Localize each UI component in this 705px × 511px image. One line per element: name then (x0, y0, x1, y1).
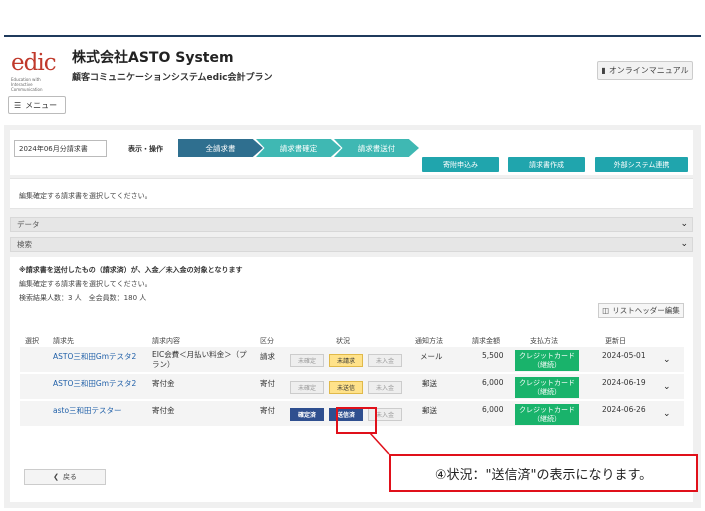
payment-badge: クレジットカード（継続） (515, 377, 579, 398)
col-payment: 支払方法 (530, 337, 558, 345)
online-manual-button[interactable]: ▮ オンラインマニュアル (597, 61, 693, 80)
amount-cell: 5,500 (482, 351, 504, 360)
col-status: 状況 (336, 337, 350, 345)
data-accordion-label: データ (17, 220, 40, 229)
chevron-down-icon: ⌄ (680, 239, 688, 249)
book-icon: ▮ (601, 66, 606, 75)
back-label: 戻る (62, 473, 77, 481)
search-accordion[interactable]: 検索 ⌄ (10, 237, 693, 252)
table-row[interactable]: ASTO三和田Gmテスタ2 EIC会費＜月払い料金＞（プラン） 請求 未確定 未… (20, 347, 684, 374)
company-name: 株式会社ASTO System (72, 50, 234, 66)
col-updated: 更新日 (605, 337, 626, 345)
edic-logo[interactable]: edic Education with Interactive Communic… (11, 51, 61, 92)
message-box: 編集確定する請求書を選択してください。 (10, 178, 693, 209)
notify-cell: 郵送 (422, 406, 437, 415)
updated-cell: 2024-06-19 (602, 378, 646, 387)
status-confirm-badge: 未確定 (290, 381, 324, 394)
status-send-badge: 未送信 (329, 381, 363, 394)
table-icon: ◫ (602, 306, 610, 315)
chevron-down-icon[interactable]: ⌄ (663, 382, 671, 392)
month-select[interactable]: 2024年06月分請求書 (14, 140, 107, 157)
data-accordion[interactable]: データ ⌄ (10, 217, 693, 232)
online-manual-label: オンラインマニュアル (608, 66, 689, 75)
updated-cell: 2024-05-01 (602, 351, 646, 360)
billing-to-link[interactable]: ASTO三和田Gmテスタ2 (53, 351, 136, 362)
external-system-link-button[interactable]: 外部システム連携 (595, 157, 688, 172)
status-highlight-frame (336, 407, 377, 434)
content-cell: EIC会費＜月払い料金＞（プラン） (152, 350, 247, 369)
display-operation-label: 表示・操作 (128, 145, 163, 153)
donation-application-button[interactable]: 寄附申込み (422, 157, 499, 172)
content-cell: 寄付金 (152, 406, 175, 415)
search-accordion-label: 検索 (17, 240, 32, 249)
notify-cell: メール (420, 352, 443, 361)
col-content: 請求内容 (152, 337, 180, 345)
create-invoice-button[interactable]: 請求書作成 (508, 157, 585, 172)
billing-to-link[interactable]: asto三和田テスター (53, 405, 122, 416)
status-send-badge: 未請求 (329, 354, 363, 367)
content-cell: 寄付金 (152, 379, 175, 388)
system-name: 顧客コミュニケーションシステムedic会計プラン (72, 73, 273, 83)
col-notify: 通知方法 (415, 337, 443, 345)
main-content: 2024年06月分請求書 表示・操作 全請求書 請求書確定 請求書送付 寄附申込… (4, 125, 701, 508)
notice-bold: ※請求書を送付したもの（請求済）が、入金／未入金の対象となります (19, 266, 243, 274)
status-payment-badge: 未入金 (368, 381, 402, 394)
logo-wordmark: edic (11, 50, 57, 76)
amount-cell: 6,000 (482, 378, 504, 387)
callout-annotation: ④状況："送信済"の表示になります。 (389, 454, 698, 492)
status-confirm-badge: 確定済 (290, 408, 324, 421)
step-all-invoices[interactable]: 全請求書 (178, 139, 263, 157)
step-invoice-confirm[interactable]: 請求書確定 (256, 139, 341, 157)
hamburger-icon: ☰ (14, 100, 22, 110)
menu-button[interactable]: ☰ メニュー (8, 96, 66, 114)
list-header-edit-label: リストヘッダー編集 (612, 306, 680, 315)
col-select: 選択 (25, 337, 39, 345)
list-header-edit-button[interactable]: ◫ リストヘッダー編集 (598, 303, 684, 318)
amount-cell: 6,000 (482, 405, 504, 414)
step-invoice-send[interactable]: 請求書送付 (334, 139, 419, 157)
app-header: edic Education with Interactive Communic… (4, 37, 701, 125)
payment-badge: クレジットカード（継続） (515, 350, 579, 371)
col-kubun: 区分 (260, 337, 274, 345)
col-billing-to: 請求先 (53, 337, 74, 345)
notice-text: 編集確定する請求書を選択してください。 (19, 280, 152, 288)
result-count: 検索結果人数：3 人 全会員数：180 人 (19, 294, 147, 302)
logo-tagline: Education with Interactive Communication (11, 77, 43, 92)
table-header: 選択 請求先 請求内容 区分 状況 通知方法 請求金額 支払方法 更新日 (20, 331, 684, 347)
notify-cell: 郵送 (422, 379, 437, 388)
back-arrow-icon: ❮ (53, 473, 59, 481)
status-payment-badge: 未入金 (368, 354, 402, 367)
chevron-down-icon[interactable]: ⌄ (663, 355, 671, 365)
chevron-down-icon[interactable]: ⌄ (663, 409, 671, 419)
col-amount: 請求金額 (472, 337, 500, 345)
menu-label: メニュー (25, 100, 58, 110)
table-row[interactable]: ASTO三和田Gmテスタ2 寄付金 寄付 未確定 未送信 未入金 郵送 6,00… (20, 374, 684, 401)
kubun-cell: 請求 (260, 352, 275, 361)
status-confirm-badge: 未確定 (290, 354, 324, 367)
kubun-cell: 寄付 (260, 406, 275, 415)
message-text: 編集確定する請求書を選択してください。 (19, 192, 152, 200)
billing-to-link[interactable]: ASTO三和田Gmテスタ2 (53, 378, 136, 389)
toolbar: 2024年06月分請求書 表示・操作 全請求書 請求書確定 請求書送付 寄附申込… (10, 130, 693, 175)
back-button[interactable]: ❮ 戻る (24, 469, 106, 485)
updated-cell: 2024-06-26 (602, 405, 646, 414)
kubun-cell: 寄付 (260, 379, 275, 388)
chevron-down-icon: ⌄ (680, 219, 688, 229)
payment-badge: クレジットカード（継続） (515, 404, 579, 425)
